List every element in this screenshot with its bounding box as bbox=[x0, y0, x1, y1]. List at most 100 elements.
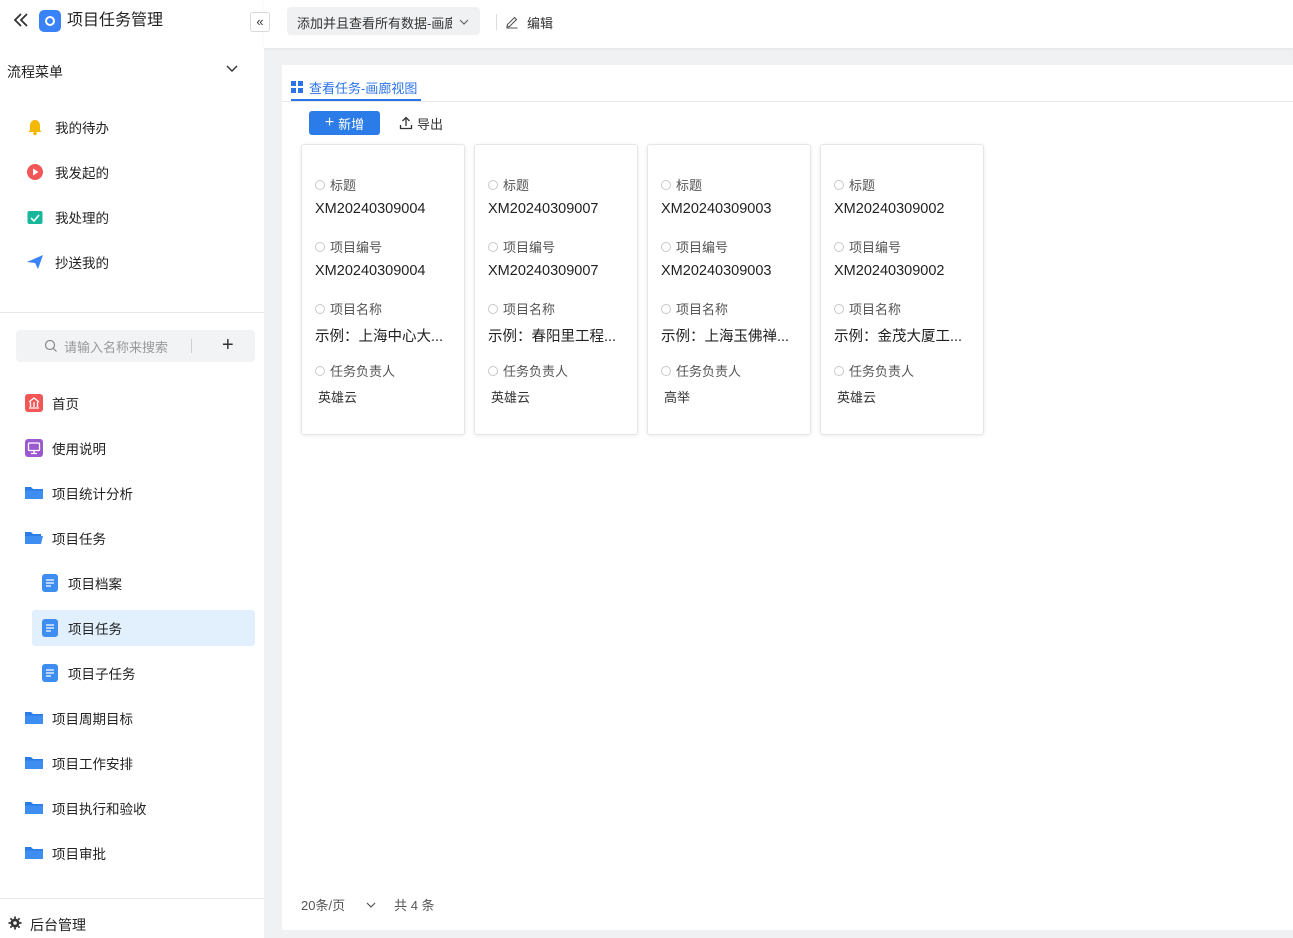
nav-item-execution[interactable]: 项目执行和验收 bbox=[24, 790, 255, 826]
nav-item-label: 项目任务 bbox=[52, 532, 106, 547]
brand-bar: 项目任务管理 bbox=[0, 0, 264, 44]
nav-item-stats[interactable]: 项目统计分析 bbox=[24, 475, 255, 511]
collapse-sidebar-button[interactable]: « bbox=[250, 12, 270, 32]
export-label: 导出 bbox=[417, 116, 444, 132]
nav-item-label: 项目工作安排 bbox=[52, 757, 133, 772]
edit-label: 编辑 bbox=[527, 15, 554, 31]
field-label-title: 标题 bbox=[315, 175, 356, 194]
edit-button[interactable]: 编辑 bbox=[505, 12, 553, 32]
search-input[interactable]: 请输入名称来搜索 bbox=[64, 337, 168, 356]
admin-label: 后台管理 bbox=[30, 917, 86, 933]
nav-item-subtask[interactable]: 项目子任务 bbox=[40, 655, 255, 691]
grid-icon bbox=[291, 81, 303, 93]
field-value-code: XM20240309004 bbox=[315, 263, 426, 279]
field-value-name: 示例：春阳里工程... bbox=[488, 329, 617, 345]
add-menu-button[interactable]: + bbox=[222, 335, 234, 355]
nav-item-label: 使用说明 bbox=[52, 442, 106, 457]
flow-item-label: 我的待办 bbox=[55, 121, 109, 136]
field-label-title: 标题 bbox=[834, 175, 875, 194]
chevron-down-icon[interactable] bbox=[365, 899, 377, 911]
field-value-owner: 英雄云 bbox=[318, 390, 358, 405]
tab-gallery-view[interactable]: 查看任务-画廊视图 bbox=[291, 73, 417, 101]
circle-icon bbox=[315, 365, 325, 376]
folder-icon bbox=[24, 843, 44, 863]
gallery-card[interactable]: 标题 XM20240309007 项目编号 XM20240309007 项目名称… bbox=[474, 144, 638, 435]
nav-item-guide[interactable]: 使用说明 bbox=[24, 430, 255, 466]
nav-item-archive[interactable]: 项目档案 bbox=[40, 565, 255, 601]
edit-icon bbox=[506, 16, 518, 29]
gallery-card[interactable]: 标题 XM20240309004 项目编号 XM20240309004 项目名称… bbox=[301, 144, 465, 435]
flow-item-label: 抄送我的 bbox=[55, 256, 109, 271]
nav-item-task[interactable]: 项目任务 bbox=[32, 610, 255, 646]
circle-icon bbox=[488, 179, 498, 190]
export-button[interactable]: 导出 bbox=[399, 113, 443, 133]
circle-icon bbox=[834, 179, 844, 190]
document-icon bbox=[40, 663, 60, 683]
nav-item-cycle-goal[interactable]: 项目周期目标 bbox=[24, 700, 255, 736]
add-button[interactable]: + 新增 bbox=[309, 111, 380, 135]
field-value-name: 示例：上海中心大... bbox=[315, 329, 444, 345]
field-value-owner: 英雄云 bbox=[837, 390, 877, 405]
folder-icon bbox=[24, 798, 44, 818]
field-label-owner: 任务负责人 bbox=[488, 361, 568, 380]
circle-icon bbox=[834, 241, 844, 252]
nav-item-label: 首页 bbox=[52, 397, 79, 412]
gallery-card[interactable]: 标题 XM20240309003 项目编号 XM20240309003 项目名称… bbox=[647, 144, 811, 435]
search-box[interactable]: 请输入名称来搜索 + bbox=[16, 330, 255, 362]
nav-item-task-folder[interactable]: 项目任务 bbox=[24, 520, 255, 556]
document-icon bbox=[40, 573, 60, 593]
flow-item-todo[interactable]: 我的待办 bbox=[24, 115, 109, 139]
field-label-title: 标题 bbox=[488, 175, 529, 194]
flow-menu-header[interactable]: 流程菜单 bbox=[0, 56, 264, 86]
view-select[interactable]: 添加并且查看所有数据-画廊视图 bbox=[287, 7, 480, 35]
folder-icon bbox=[24, 753, 44, 773]
circle-icon bbox=[834, 365, 844, 376]
send-icon bbox=[24, 251, 46, 273]
document-icon bbox=[40, 618, 60, 638]
nav-item-schedule[interactable]: 项目工作安排 bbox=[24, 745, 255, 781]
field-value-title: XM20240309003 bbox=[661, 201, 772, 217]
page-size-select[interactable]: 20条/页 bbox=[301, 895, 345, 914]
field-value-owner: 高举 bbox=[664, 390, 691, 405]
double-chevron-left-icon[interactable] bbox=[10, 10, 32, 32]
circle-icon bbox=[488, 365, 498, 376]
field-label-name: 项目名称 bbox=[661, 299, 728, 318]
field-label-owner: 任务负责人 bbox=[661, 361, 741, 380]
field-value-name: 示例：上海玉佛禅... bbox=[661, 329, 790, 345]
field-label-code: 项目编号 bbox=[488, 237, 555, 256]
folder-icon bbox=[24, 483, 44, 503]
admin-link[interactable]: 后台管理 bbox=[0, 908, 264, 938]
chevron-down-icon bbox=[226, 65, 238, 72]
circle-icon bbox=[315, 179, 325, 190]
circle-icon bbox=[661, 179, 671, 190]
field-label-name: 项目名称 bbox=[834, 299, 901, 318]
gallery-card[interactable]: 标题 XM20240309002 项目编号 XM20240309002 项目名称… bbox=[820, 144, 984, 435]
field-value-owner: 英雄云 bbox=[491, 390, 531, 405]
circle-icon bbox=[661, 241, 671, 252]
search-icon bbox=[44, 339, 57, 352]
pagination: 20条/页 共 4 条 bbox=[301, 895, 435, 914]
nav-item-approval[interactable]: 项目审批 bbox=[24, 835, 255, 871]
nav-item-home[interactable]: 首页 bbox=[24, 385, 255, 421]
flow-item-cc[interactable]: 抄送我的 bbox=[24, 250, 109, 274]
main-panel: 查看任务-画廊视图 + 新增 导出 标题 XM20240309004 项目编号 … bbox=[282, 65, 1293, 930]
circle-icon bbox=[488, 241, 498, 252]
field-value-title: XM20240309002 bbox=[834, 201, 945, 217]
total-count: 共 4 条 bbox=[394, 898, 435, 913]
flow-item-handled[interactable]: 我处理的 bbox=[24, 205, 109, 229]
field-value-code: XM20240309007 bbox=[488, 263, 599, 279]
app-logo bbox=[39, 10, 61, 32]
nav-item-label: 项目统计分析 bbox=[52, 487, 133, 502]
flow-item-initiated[interactable]: 我发起的 bbox=[24, 160, 109, 184]
sidebar: 项目任务管理 流程菜单 我的待办 我发起的 我处理的 抄送我的 请输入名称来搜索… bbox=[0, 0, 264, 938]
field-label-name: 项目名称 bbox=[488, 299, 555, 318]
folder-open-icon bbox=[24, 528, 44, 548]
field-value-code: XM20240309003 bbox=[661, 263, 772, 279]
field-label-code: 项目编号 bbox=[315, 237, 382, 256]
circle-icon bbox=[661, 303, 671, 314]
nav-item-label: 项目子任务 bbox=[68, 667, 136, 682]
divider bbox=[0, 312, 264, 313]
flow-menu-label: 流程菜单 bbox=[7, 64, 63, 80]
topbar: 添加并且查看所有数据-画廊视图 编辑 bbox=[264, 0, 1293, 48]
field-label-code: 项目编号 bbox=[834, 237, 901, 256]
